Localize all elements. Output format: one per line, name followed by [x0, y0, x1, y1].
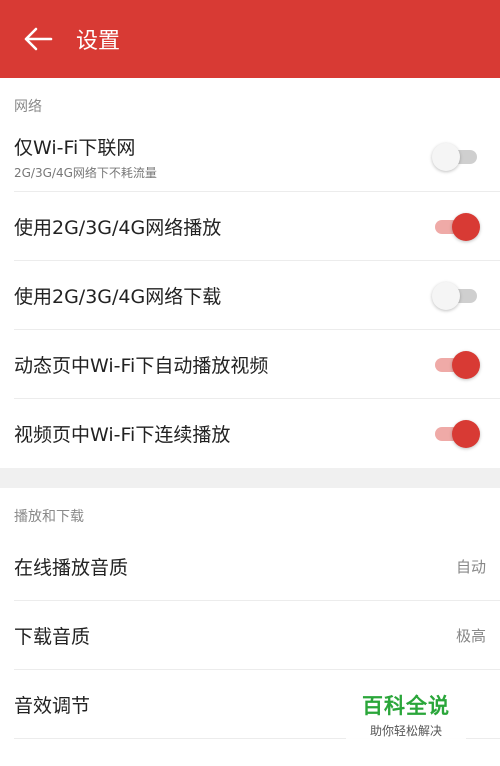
- section-header-network: 网络: [14, 99, 42, 115]
- setting-row-autoplay-video[interactable]: 动态页中Wi-Fi下自动播放视频: [0, 330, 500, 399]
- setting-label: 使用2G/3G/4G网络播放: [14, 217, 222, 239]
- setting-row-online-quality[interactable]: 在线播放音质 自动: [0, 532, 500, 601]
- setting-value: 自动: [455, 558, 486, 576]
- app-bar: 设置: [0, 0, 500, 78]
- setting-row-wifi-only[interactable]: 仅Wi-Fi下联网 2G/3G/4G网络下不耗流量: [0, 122, 500, 192]
- setting-label: 仅Wi-Fi下联网: [14, 137, 136, 159]
- setting-label: 在线播放音质: [14, 557, 129, 579]
- next-setting-row-partial[interactable]: [0, 738, 500, 766]
- setting-value: 极高: [455, 627, 486, 645]
- watermark-title: 百科全说: [362, 694, 450, 718]
- toggle-switch[interactable]: [432, 143, 480, 171]
- setting-label: 视频页中Wi-Fi下连续播放: [14, 424, 231, 446]
- toggle-switch[interactable]: [432, 419, 480, 448]
- section-header-playback: 播放和下载: [14, 509, 84, 525]
- back-arrow-icon: [24, 27, 53, 51]
- setting-sublabel: 2G/3G/4G网络下不耗流量: [14, 166, 157, 180]
- watermark-subtitle: 助你轻松解决: [369, 724, 442, 738]
- setting-label: 下载音质: [14, 626, 91, 648]
- toggle-switch[interactable]: [432, 212, 480, 241]
- setting-row-cellular-playback[interactable]: 使用2G/3G/4G网络播放: [0, 192, 500, 261]
- page-title: 设置: [76, 29, 121, 54]
- back-button[interactable]: [8, 0, 68, 78]
- section-divider: [0, 468, 500, 488]
- setting-label: 音效调节: [14, 695, 91, 717]
- toggle-switch[interactable]: [432, 281, 480, 310]
- toggle-switch[interactable]: [432, 350, 480, 379]
- setting-row-download-quality[interactable]: 下载音质 极高: [0, 601, 500, 670]
- setting-row-cellular-download[interactable]: 使用2G/3G/4G网络下载: [0, 261, 500, 330]
- setting-label: 动态页中Wi-Fi下自动播放视频: [14, 355, 269, 377]
- watermark: 百科全说 助你轻松解决: [346, 688, 466, 741]
- setting-row-continuous-play[interactable]: 视频页中Wi-Fi下连续播放: [0, 399, 500, 468]
- setting-label: 使用2G/3G/4G网络下载: [14, 286, 222, 308]
